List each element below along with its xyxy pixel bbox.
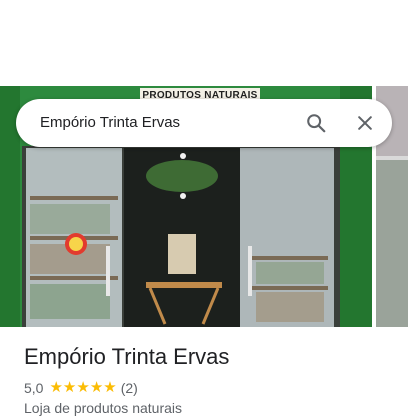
rating-stars: ★ ★ ★ ★ ★ [49,379,116,397]
rating-row[interactable]: 5,0 ★ ★ ★ ★ ★ (2) [24,379,138,397]
place-title: Empório Trinta Ervas [24,344,230,369]
review-count[interactable]: (2) [121,380,138,396]
star-icon: ★ [103,379,117,396]
search-icon[interactable] [304,111,328,135]
search-input[interactable]: Empório Trinta Ervas [40,99,180,147]
star-icon: ★ [49,379,63,396]
search-bar[interactable]: Empório Trinta Ervas [16,99,392,147]
star-icon: ★ [62,379,77,396]
rating-value: 5,0 [24,380,44,396]
star-icon: ★ [89,379,104,396]
star-icon: ★ [76,379,90,396]
close-icon[interactable] [353,111,377,135]
